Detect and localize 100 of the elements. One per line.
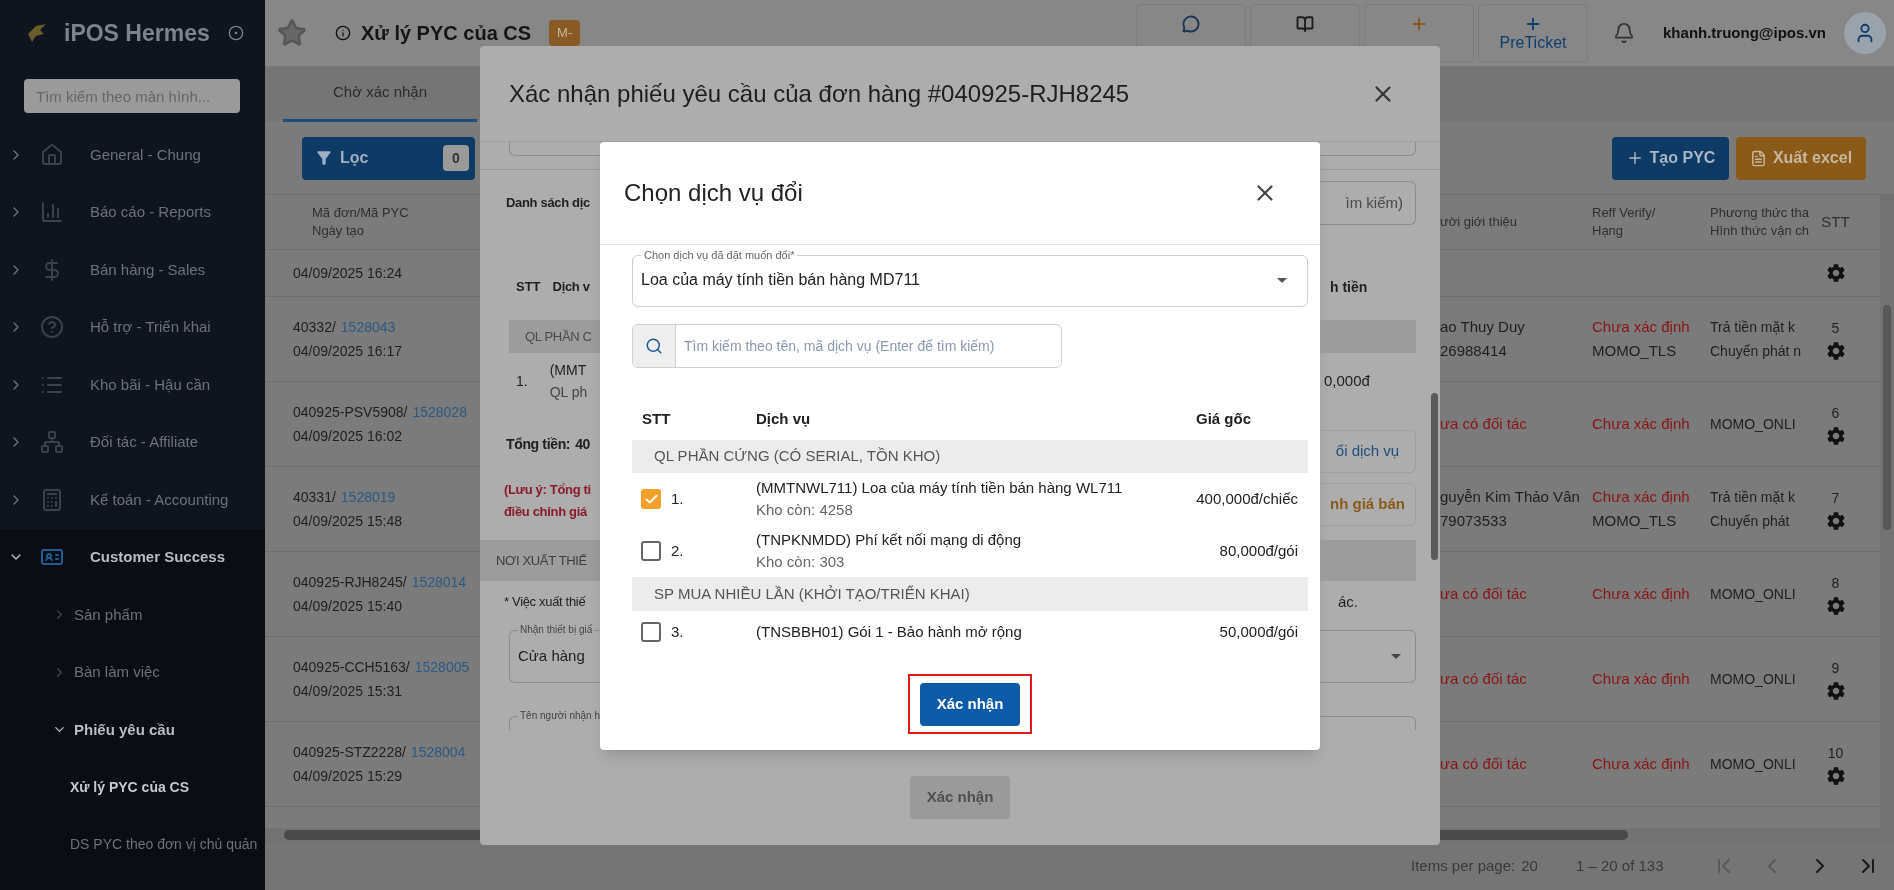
verify-status: Chưa xác định	[1592, 317, 1691, 337]
header-action[interactable]: PreTicket	[1478, 4, 1589, 62]
total-label: Tổng tiền:	[506, 434, 571, 454]
caret-icon	[1391, 654, 1401, 659]
export-button[interactable]: Xuất excel	[1736, 136, 1866, 180]
checkbox[interactable]	[641, 541, 661, 561]
settings-icon[interactable]	[1824, 765, 1847, 787]
service-name: (TNSBBH01) Gói 1 - Bảo hành mở rộng	[756, 622, 1023, 642]
menu-item[interactable]: Kho bãi - Hậu cần	[0, 356, 265, 414]
scrollbar-thumb[interactable]	[1883, 305, 1891, 530]
referrer-name: ưa có đối tác	[1440, 584, 1528, 604]
settings-icon[interactable]	[1824, 510, 1847, 532]
payment-method: MOMO_ONLI	[1710, 670, 1797, 689]
settings-icon[interactable]	[1824, 595, 1847, 617]
checkbox[interactable]	[641, 622, 661, 643]
referrer-name: ưa có đối tác	[1440, 754, 1528, 774]
section-band: NƠI XUẤT THIẾ	[480, 540, 600, 581]
filter-button[interactable]: Lọc 0	[302, 136, 475, 180]
shipping-method: Chuyển phát	[1710, 512, 1791, 531]
select-field[interactable]	[1320, 630, 1416, 683]
bell-icon[interactable]	[1613, 22, 1636, 44]
settings-icon[interactable]	[1824, 340, 1847, 362]
checkbox[interactable]	[641, 489, 661, 509]
settings-icon[interactable]	[1824, 680, 1847, 702]
help-icon	[40, 315, 64, 340]
column-header: h tiền	[1330, 277, 1368, 297]
order-code: 040925-CCH5163/	[293, 658, 410, 677]
select-field[interactable]: Chọn dịch vụ đã đặt muốn đổi* Loa của máy tính tiền bán hàng MD711	[632, 248, 1308, 307]
submenu-item[interactable]: Bàn làm việc	[0, 643, 265, 701]
text-field[interactable]	[1320, 716, 1416, 730]
row-index: 1.	[516, 371, 528, 391]
price: 400,000đ/chiếc	[1195, 488, 1299, 509]
text-field[interactable]	[1320, 142, 1416, 156]
service-group: QL ph	[549, 381, 588, 403]
section-title: Danh sách dịc	[506, 194, 590, 213]
referrer-name: ưa có đối tác	[1440, 669, 1528, 689]
created-date: 04/09/2025 16:02	[293, 427, 403, 446]
menu-item[interactable]: Customer Success	[0, 528, 265, 586]
payment-method: MOMO_ONLI	[1710, 585, 1797, 604]
change-service-button[interactable]: ổi dịch vụ	[1320, 430, 1416, 473]
column-header: STT	[641, 408, 672, 429]
dialog-title: Xác nhận phiếu yêu cầu của đơn hàng #040925-RJH8245	[508, 78, 1130, 109]
created-date: 04/09/2025 16:24	[293, 264, 403, 283]
stock-text: Kho còn: 4258	[756, 500, 854, 520]
order-code: 40331/	[293, 488, 336, 507]
payment-method: Trả tiền mặt k	[1710, 488, 1797, 507]
created-date: 04/09/2025 15:29	[293, 767, 403, 786]
menu-item[interactable]: Bán hàng - Sales	[0, 241, 265, 299]
payment-method: MOMO_ONLI	[1710, 755, 1797, 774]
service-name: (TNPKNMDD) Phí kết nối mạng di động	[756, 530, 1023, 550]
avatar[interactable]	[1844, 12, 1886, 54]
created-date: 04/09/2025 15:48	[293, 512, 403, 531]
verify-status: Chưa xác định	[1592, 754, 1691, 774]
settings-icon[interactable]	[1824, 262, 1847, 284]
row-number: 9	[1831, 659, 1840, 678]
settings-icon[interactable]	[1824, 425, 1847, 447]
menu-item[interactable]: Đối tác - Affiliate	[0, 413, 265, 471]
user-email: khanh.truong@ipos.vn	[1663, 22, 1826, 43]
create-button[interactable]: Tạo PYC	[1612, 136, 1729, 180]
group-row: SP MUA NHIỀU LẦN (KHỞI TẠO/TRIỂN KHAI)	[632, 577, 1308, 611]
order-code: 040925-PSV5908/	[293, 403, 408, 422]
scrollbar-thumb[interactable]	[1431, 393, 1438, 560]
adjust-price-button[interactable]: nh giá bán	[1320, 483, 1416, 526]
referrer-phone: 79073533	[1440, 511, 1508, 531]
note-text: (Lưu ý: Tổng ti	[504, 481, 592, 499]
order-code: 040925-RJH8245/	[293, 573, 407, 592]
page-range: 1 – 20 of 133	[1575, 855, 1664, 876]
menu-item[interactable]: Kế toán - Accounting	[0, 471, 265, 529]
referrer-name: ưa có đối tác	[1440, 414, 1528, 434]
created-date: 04/09/2025 15:31	[293, 682, 403, 701]
row-number: 10	[1827, 744, 1844, 763]
confirm-button[interactable]: Xác nhận	[920, 682, 1020, 726]
submenu-item[interactable]: Xử lý PYC của CS	[0, 758, 265, 816]
submenu-item[interactable]: Sản phẩm	[0, 586, 265, 644]
order-code: 040925-STZ2228/	[293, 743, 406, 762]
menu-item[interactable]: Hỗ trợ - Triển khai	[0, 298, 265, 356]
radio-icon	[227, 25, 244, 41]
service-name: (MMTNWL711) Loa của máy tính tiền bán hàng WL711	[756, 478, 1124, 498]
submenu-item[interactable]: Phiếu yêu cầu	[0, 701, 265, 759]
payment-method: MOMO_ONLI	[1710, 415, 1797, 434]
home-icon	[40, 142, 64, 167]
items-per-page-value[interactable]: 20	[1521, 854, 1538, 878]
menu-item[interactable]: General - Chung	[0, 126, 265, 184]
verify-status: Chưa xác định	[1592, 584, 1691, 604]
note-text: điều chỉnh giá	[504, 503, 589, 521]
referrer-phone: 26988414	[1440, 341, 1508, 361]
page-title: Xử lý PYC của CS	[361, 21, 532, 46]
group-row: QL PHẦN C	[509, 320, 600, 353]
caret-icon	[1277, 277, 1287, 283]
row-number: 6	[1831, 404, 1840, 423]
menu-item[interactable]: Báo cáo - Reports	[0, 183, 265, 241]
total-value: 40	[575, 434, 591, 454]
column-header: STT	[516, 278, 541, 297]
column-header: ười giới thiệu	[1440, 213, 1519, 231]
row-number: 5	[1831, 319, 1840, 338]
submenu-item[interactable]: DS PYC theo đơn vị chủ quản	[0, 816, 265, 874]
search-button[interactable]: ìm kiếm)	[1320, 181, 1416, 225]
column-header: Giá gốc	[1195, 408, 1252, 429]
instruction-text: ác.	[1338, 591, 1358, 612]
stock-text: Kho còn: 303	[756, 552, 846, 572]
